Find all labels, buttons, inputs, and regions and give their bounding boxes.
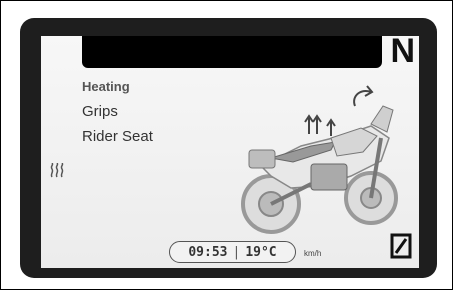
gear-indicator: N bbox=[390, 36, 415, 70]
rotate-arrow-icon bbox=[353, 85, 374, 107]
status-pill: 09:53 | 19°C bbox=[169, 241, 296, 263]
menu-heading: Heating bbox=[82, 79, 130, 94]
image-frame: N Heating Grips Rider Seat 09:53 | 19°C … bbox=[0, 0, 453, 290]
grip-heat-arrows-icon bbox=[304, 114, 322, 134]
status-separator: | bbox=[232, 244, 241, 260]
ambient-temperature: 19°C bbox=[245, 244, 277, 260]
motorcycle-illustration bbox=[241, 85, 398, 234]
speed-unit: km/h bbox=[304, 249, 322, 258]
seat-heating-icon bbox=[50, 163, 64, 178]
zero-box-icon bbox=[390, 233, 412, 259]
top-info-bar bbox=[82, 36, 382, 68]
menu-item-grips[interactable]: Grips bbox=[82, 103, 118, 120]
seat-heat-arrows-icon bbox=[326, 118, 336, 136]
menu-item-rider-seat[interactable]: Rider Seat bbox=[82, 128, 153, 145]
clock-time: 09:53 bbox=[188, 244, 228, 260]
tft-display: N Heating Grips Rider Seat 09:53 | 19°C … bbox=[41, 36, 419, 268]
